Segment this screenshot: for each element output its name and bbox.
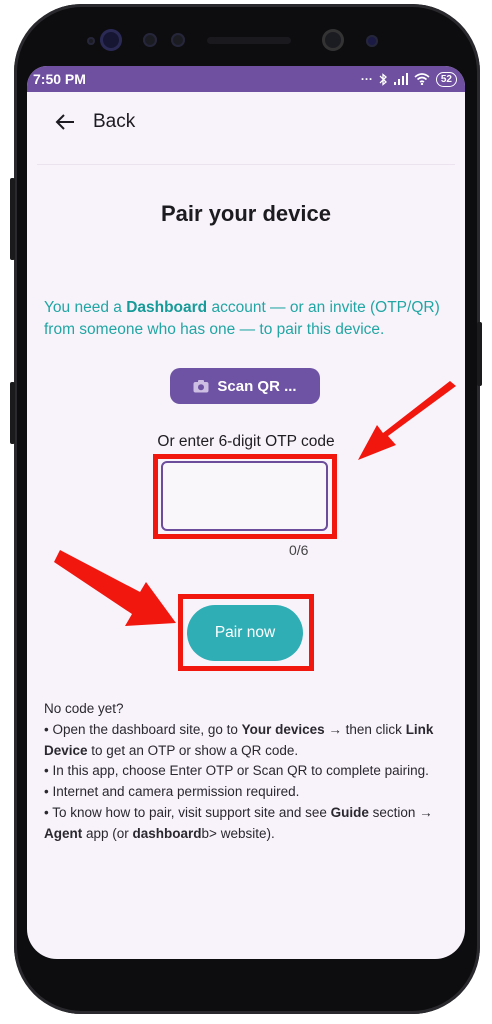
scan-qr-label: Scan QR ... (217, 377, 297, 395)
help-bold: Your devices (241, 721, 325, 737)
help-item-permissions: • Internet and camera permission require… (44, 784, 300, 800)
iris-sensor (100, 29, 122, 51)
help-bold: Guide (330, 804, 369, 820)
help-text: app (or (82, 825, 133, 841)
volume-down-button (10, 382, 15, 444)
info-text-pre: You need a (44, 299, 127, 316)
help-text: section → (368, 804, 433, 820)
top-app-bar: Back (27, 92, 465, 152)
help-text: b> website). (201, 825, 275, 841)
wifi-icon (414, 73, 430, 85)
status-icons: ··· 52 (360, 71, 457, 87)
page-title: Pair your device (161, 201, 331, 226)
header-divider (37, 164, 455, 165)
otp-highlight-box (153, 454, 337, 539)
arrow-to-otp-icon (358, 381, 456, 460)
help-text: • Open the dashboard site, go to (44, 721, 242, 737)
power-button (477, 322, 482, 386)
arrow-to-pair-icon (54, 550, 176, 626)
pair-highlight-box (178, 594, 314, 671)
signal-icon (393, 73, 408, 85)
info-text-bold: Dashboard (126, 299, 208, 316)
help-section: No code yet? • Open the dashboard site, … (44, 699, 454, 845)
help-item-guide: • To know how to pair, visit support sit… (44, 803, 454, 845)
back-button-label[interactable]: Back (93, 111, 135, 133)
camera-icon (193, 380, 209, 393)
status-bar: 7:50 PM ··· 52 (27, 66, 465, 92)
help-text: to get an OTP or show a QR code. (87, 742, 299, 758)
battery-icon: 52 (435, 71, 457, 87)
app-screen: 7:50 PM ··· 52 Back Pair your device You… (27, 66, 465, 959)
bluetooth-icon (379, 72, 387, 86)
light-sensor (143, 33, 157, 47)
front-camera (322, 29, 344, 51)
help-item-dashboard: • Open the dashboard site, go to Your de… (44, 720, 454, 762)
help-bold: dashboard (132, 825, 202, 841)
back-arrow-icon[interactable] (53, 110, 77, 134)
led-indicator (366, 35, 378, 47)
otp-char-counter: 0/6 (289, 542, 309, 558)
status-time: 7:50 PM (33, 71, 86, 87)
help-heading: No code yet? (44, 701, 124, 716)
volume-up-button (10, 178, 15, 260)
help-item-app: • In this app, choose Enter OTP or Scan … (44, 763, 429, 779)
help-text: • To know how to pair, visit support sit… (44, 804, 331, 820)
scan-qr-button[interactable]: Scan QR ... (170, 368, 320, 404)
help-text: → then click (324, 721, 406, 737)
more-dots-icon: ··· (360, 72, 373, 86)
help-bold: Agent (44, 825, 83, 841)
earpiece-speaker (207, 37, 291, 44)
info-text: You need a Dashboard account — or an inv… (44, 297, 445, 341)
proximity-sensor (87, 37, 95, 45)
light-sensor-2 (171, 33, 185, 47)
